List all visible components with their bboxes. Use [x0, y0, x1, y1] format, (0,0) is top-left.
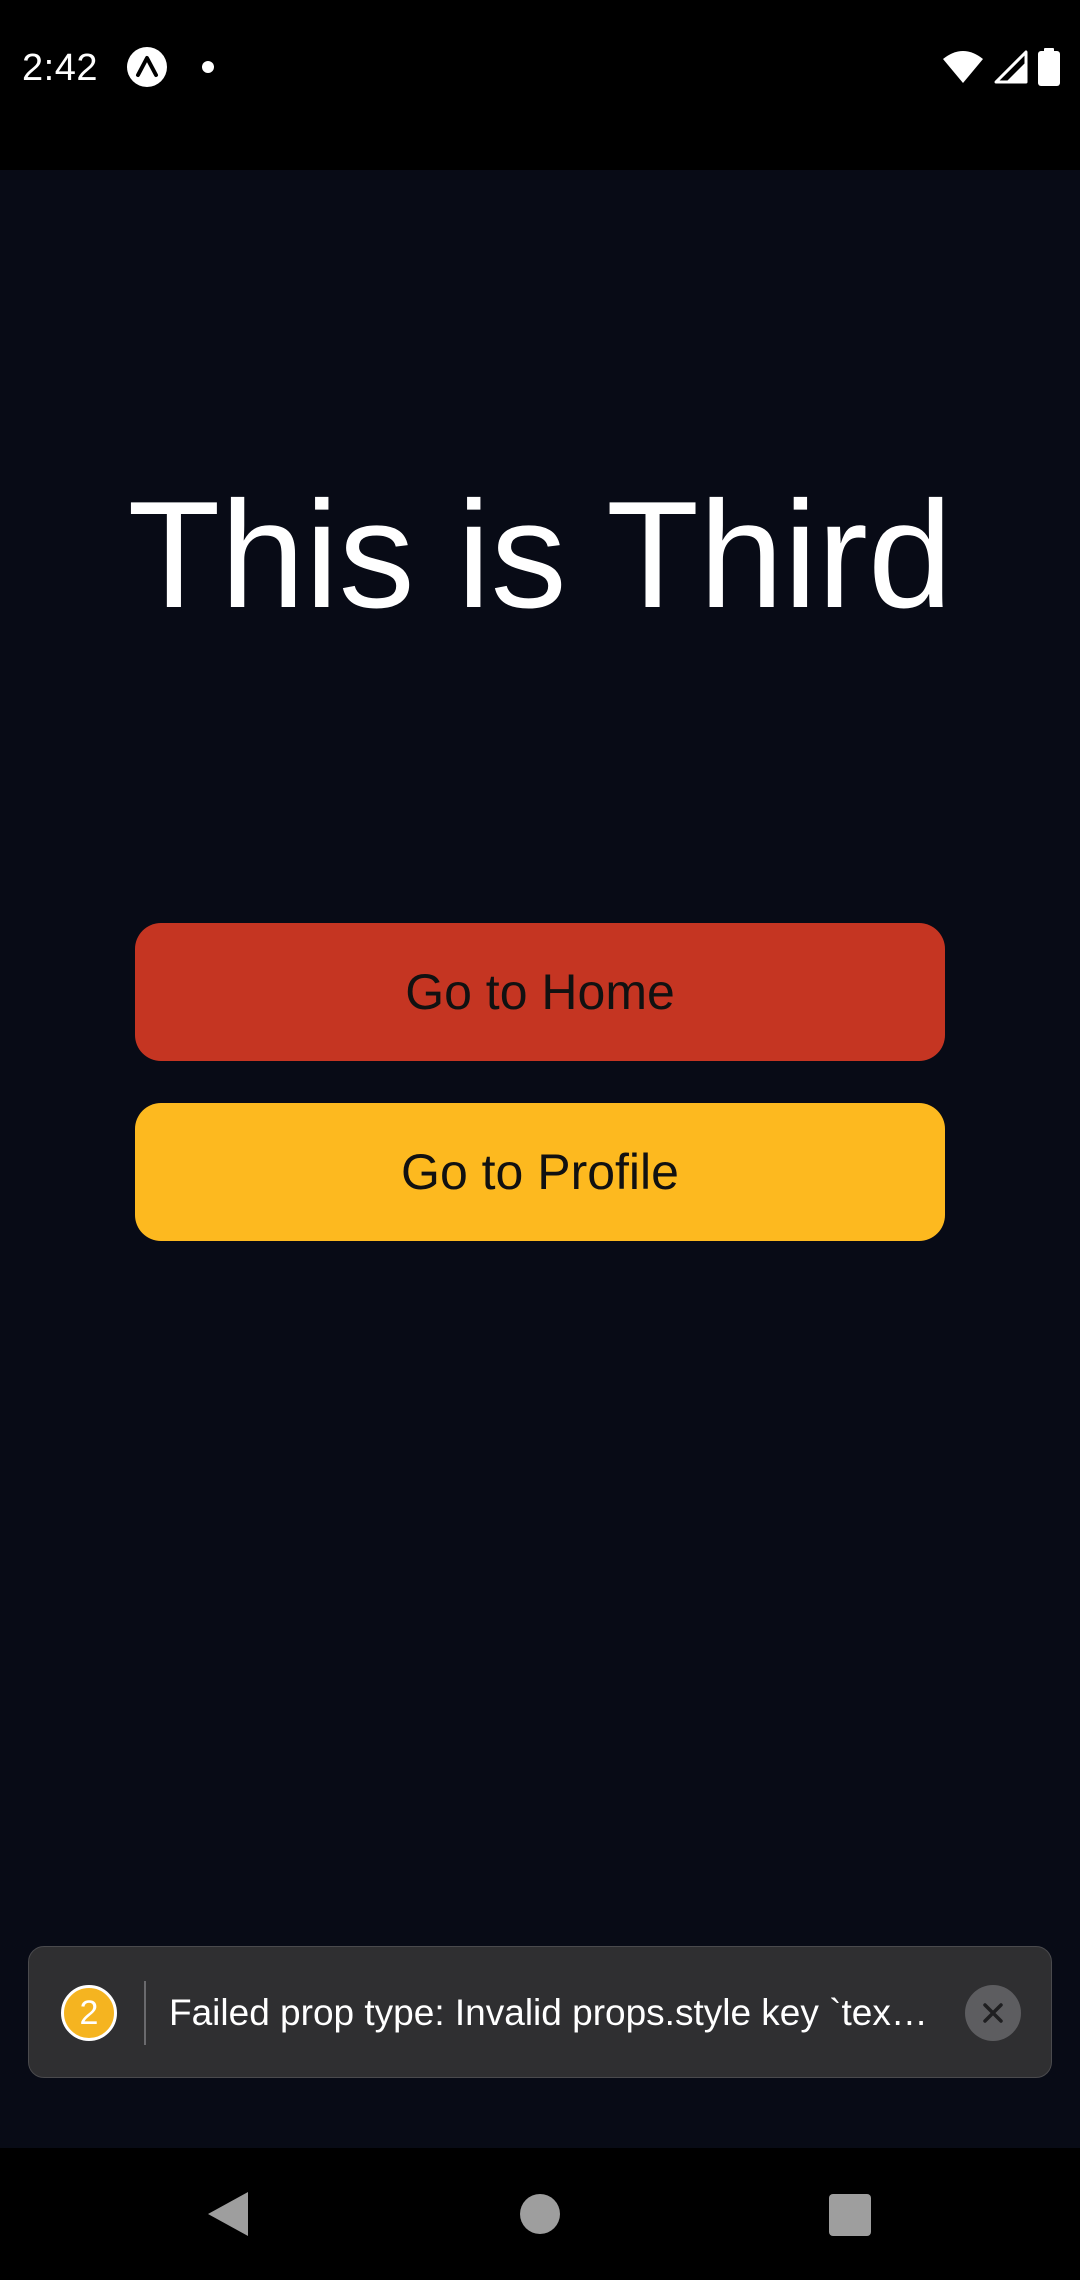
wifi-icon [943, 51, 983, 83]
toast-message[interactable]: Failed prop type: Invalid props.style ke… [169, 1985, 979, 2041]
expo-icon [127, 47, 167, 87]
page-title: This is Third [127, 470, 953, 640]
app-screen: 2:42 This is Third Go to Home Go to Prof… [0, 0, 1080, 2280]
toast-divider [144, 1981, 146, 2045]
signal-icon [994, 50, 1028, 84]
back-icon[interactable] [206, 2190, 250, 2238]
system-nav-bar [0, 2148, 1080, 2280]
status-icons [942, 46, 1060, 88]
go-to-profile-button[interactable]: Go to Profile [135, 1103, 945, 1241]
notification-dot-icon [202, 61, 214, 73]
go-to-home-button[interactable]: Go to Home [135, 923, 945, 1061]
close-icon [983, 2003, 1003, 2023]
home-icon[interactable] [520, 2194, 560, 2234]
warning-count-badge: 2 [61, 1985, 117, 2041]
status-bar: 2:42 [0, 0, 1080, 170]
warning-toast[interactable]: 2 Failed prop type: Invalid props.style … [28, 1946, 1052, 2078]
status-time: 2:42 [22, 47, 98, 89]
dismiss-toast-button[interactable] [965, 1985, 1021, 2041]
battery-icon [1038, 48, 1060, 86]
recents-icon[interactable] [829, 2194, 871, 2236]
